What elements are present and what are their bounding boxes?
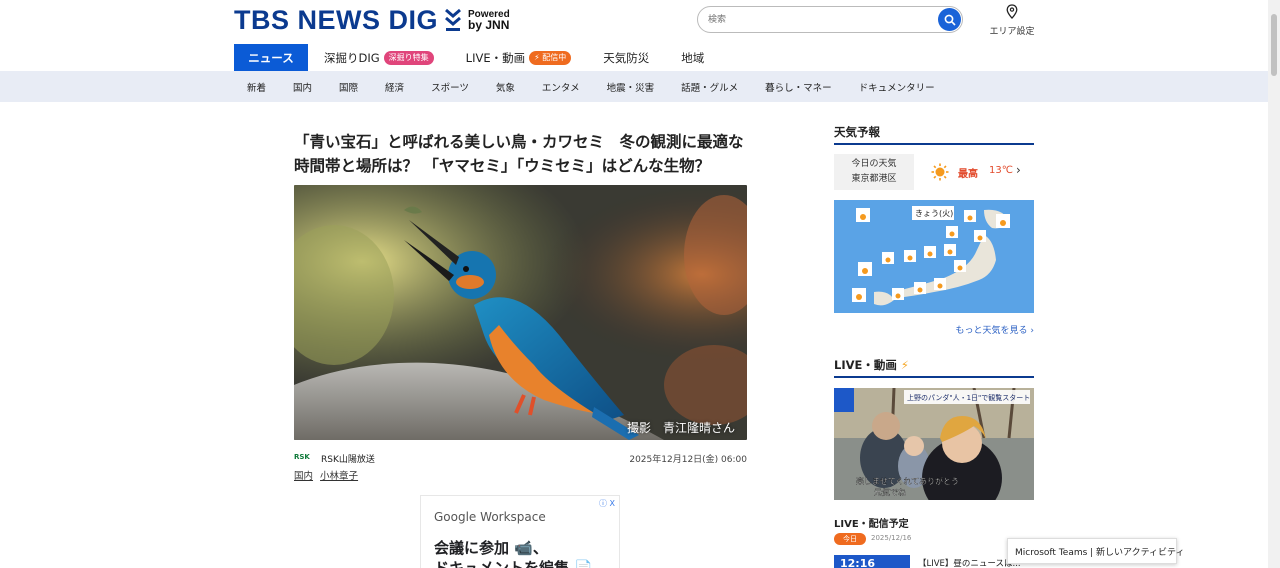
location-pin-icon: [1006, 4, 1018, 19]
live-overlay-top: 上野のパンダ"人・1日"で観覧スタート: [907, 393, 1030, 402]
live-overlay-bottom-1: 楽しませてくれてありがとう: [856, 476, 959, 486]
more-weather-link[interactable]: もっと天気を見る ›: [834, 323, 1034, 336]
subnav-item-economy[interactable]: 経済: [385, 80, 404, 94]
subnav-item-documentary[interactable]: ドキュメンタリー: [859, 80, 935, 94]
search-box: [697, 6, 963, 33]
subnav-item-latest[interactable]: 新着: [247, 80, 266, 94]
tab-weather-disaster[interactable]: 天気防災: [587, 44, 665, 71]
subnav-item-earthquake-disaster[interactable]: 地震・災害: [607, 80, 655, 94]
live-video-image: 上野のパンダ"人・1日"で観覧スタート 楽しませてくれてありがとう 元気でね: [834, 388, 1034, 500]
search-input[interactable]: [708, 11, 928, 29]
main-nav: ニュース 深掘りDIG 深掘り特集 LIVE・動画 ⚡ 配信中 天気防災 地域: [234, 44, 720, 71]
deep-dive-badge: 深掘り特集: [383, 50, 434, 65]
ad-headline-1: 会議に参加 📹、: [434, 539, 548, 557]
site-logo[interactable]: TBS NEWS DIG Powered by JNN: [234, 5, 510, 35]
chevron-right-icon: ›: [1016, 163, 1021, 177]
page-scrollbar[interactable]: [1268, 0, 1280, 568]
source-logo: RSK: [294, 453, 310, 461]
tab-region[interactable]: 地域: [665, 44, 720, 71]
live-video-thumbnail[interactable]: 上野のパンダ"人・1日"で観覧スタート 楽しませてくれてありがとう 元気でね: [834, 388, 1034, 500]
powered-by-jnn: Powered by JNN: [468, 8, 510, 32]
logo-text: TBS NEWS DIG: [234, 4, 439, 35]
tab-news[interactable]: ニュース: [234, 44, 308, 71]
subnav-item-domestic[interactable]: 国内: [293, 80, 312, 94]
ad-info-icon[interactable]: ⓘ X: [599, 498, 615, 509]
source-name[interactable]: RSK山陽放送: [321, 452, 375, 465]
today-badge: 今日: [834, 533, 866, 545]
teams-notification-toast[interactable]: Microsoft Teams | 新しいアクティビティ: [1007, 538, 1185, 564]
area-setting-button[interactable]: エリア設定: [988, 4, 1036, 37]
ad-headline-2: ドキュメントを編集 📄: [434, 559, 593, 568]
article-photo: 撮影 青江隆晴さん: [294, 185, 747, 440]
advertisement[interactable]: ⓘ X Google Workspace 会議に参加 📹、 ドキュメントを編集 …: [420, 495, 620, 568]
subnav-item-life-money[interactable]: 暮らし・マネー: [765, 80, 832, 94]
subnav-item-international[interactable]: 国際: [339, 80, 358, 94]
article-headline: 「青い宝石」と呼ばれる美しい鳥・カワセミ 冬の観測に最適な時間帯と場所は？ 「ヤ…: [294, 133, 744, 175]
page: TBS NEWS DIG Powered by JNN エリア設定 ニュース 深…: [0, 0, 1280, 568]
article-source-row: RSK RSK山陽放送 2025年12月12日(金) 06:00: [294, 452, 747, 466]
area-setting-label: エリア設定: [989, 27, 1035, 37]
japan-weather-map-image: きょう(火): [834, 200, 1034, 313]
publish-date: 2025年12月12日(金) 06:00: [629, 455, 747, 465]
sub-nav: 新着 国内 国際 経済 スポーツ 気象 エンタメ 地震・災害 話題・グルメ 暮ら…: [0, 71, 1268, 102]
tag-domestic[interactable]: 国内: [294, 471, 313, 482]
scrollbar-thumb[interactable]: [1271, 14, 1277, 76]
search-icon: [944, 14, 956, 26]
schedule-thumbnail[interactable]: 12:16: [834, 555, 910, 568]
live-badge: ⚡ 配信中: [529, 50, 572, 65]
tab-live-video[interactable]: LIVE・動画 ⚡ 配信中: [450, 44, 588, 71]
schedule-date: 2025/12/16: [871, 534, 912, 542]
today-weather-widget[interactable]: 今日の天気 東京都港区 最高 13℃ ›: [834, 154, 1034, 190]
search-button[interactable]: [938, 8, 961, 31]
ad-brand: Google Workspace: [434, 510, 546, 524]
live-overlay-bottom-2: 元気でね: [874, 487, 906, 497]
kingfisher-image: [294, 185, 747, 440]
photo-caption: 撮影 青江隆晴さん: [626, 421, 735, 435]
weather-map[interactable]: きょう(火): [834, 200, 1034, 313]
schedule-item-title[interactable]: 【LIVE】昼のニュースは...: [918, 557, 1021, 568]
lightning-icon: ⚡: [900, 358, 909, 372]
tab-fukabori-dig[interactable]: 深掘りDIG 深掘り特集: [308, 44, 450, 71]
subnav-item-topics-gourmet[interactable]: 話題・グルメ: [681, 80, 738, 94]
high-temp-value: 13℃: [989, 165, 1013, 176]
sun-icon: [931, 163, 949, 181]
weather-section-title: 天気予報: [834, 124, 1034, 145]
subnav-item-entertainment[interactable]: エンタメ: [542, 80, 580, 94]
weather-location: 今日の天気 東京都港区: [834, 154, 914, 190]
subnav-item-weather[interactable]: 気象: [496, 80, 515, 94]
article-tags: 国内 小林章子: [294, 468, 362, 482]
subnav-item-sports[interactable]: スポーツ: [431, 80, 469, 94]
live-schedule-title: LIVE・配信予定: [834, 519, 909, 530]
map-title: きょう(火): [915, 209, 953, 218]
tag-author[interactable]: 小林章子: [320, 471, 358, 482]
live-section-title: LIVE・動画 ⚡: [834, 357, 1034, 378]
logo-mark-icon: [444, 8, 462, 32]
high-temp-label: 最高: [958, 169, 978, 180]
